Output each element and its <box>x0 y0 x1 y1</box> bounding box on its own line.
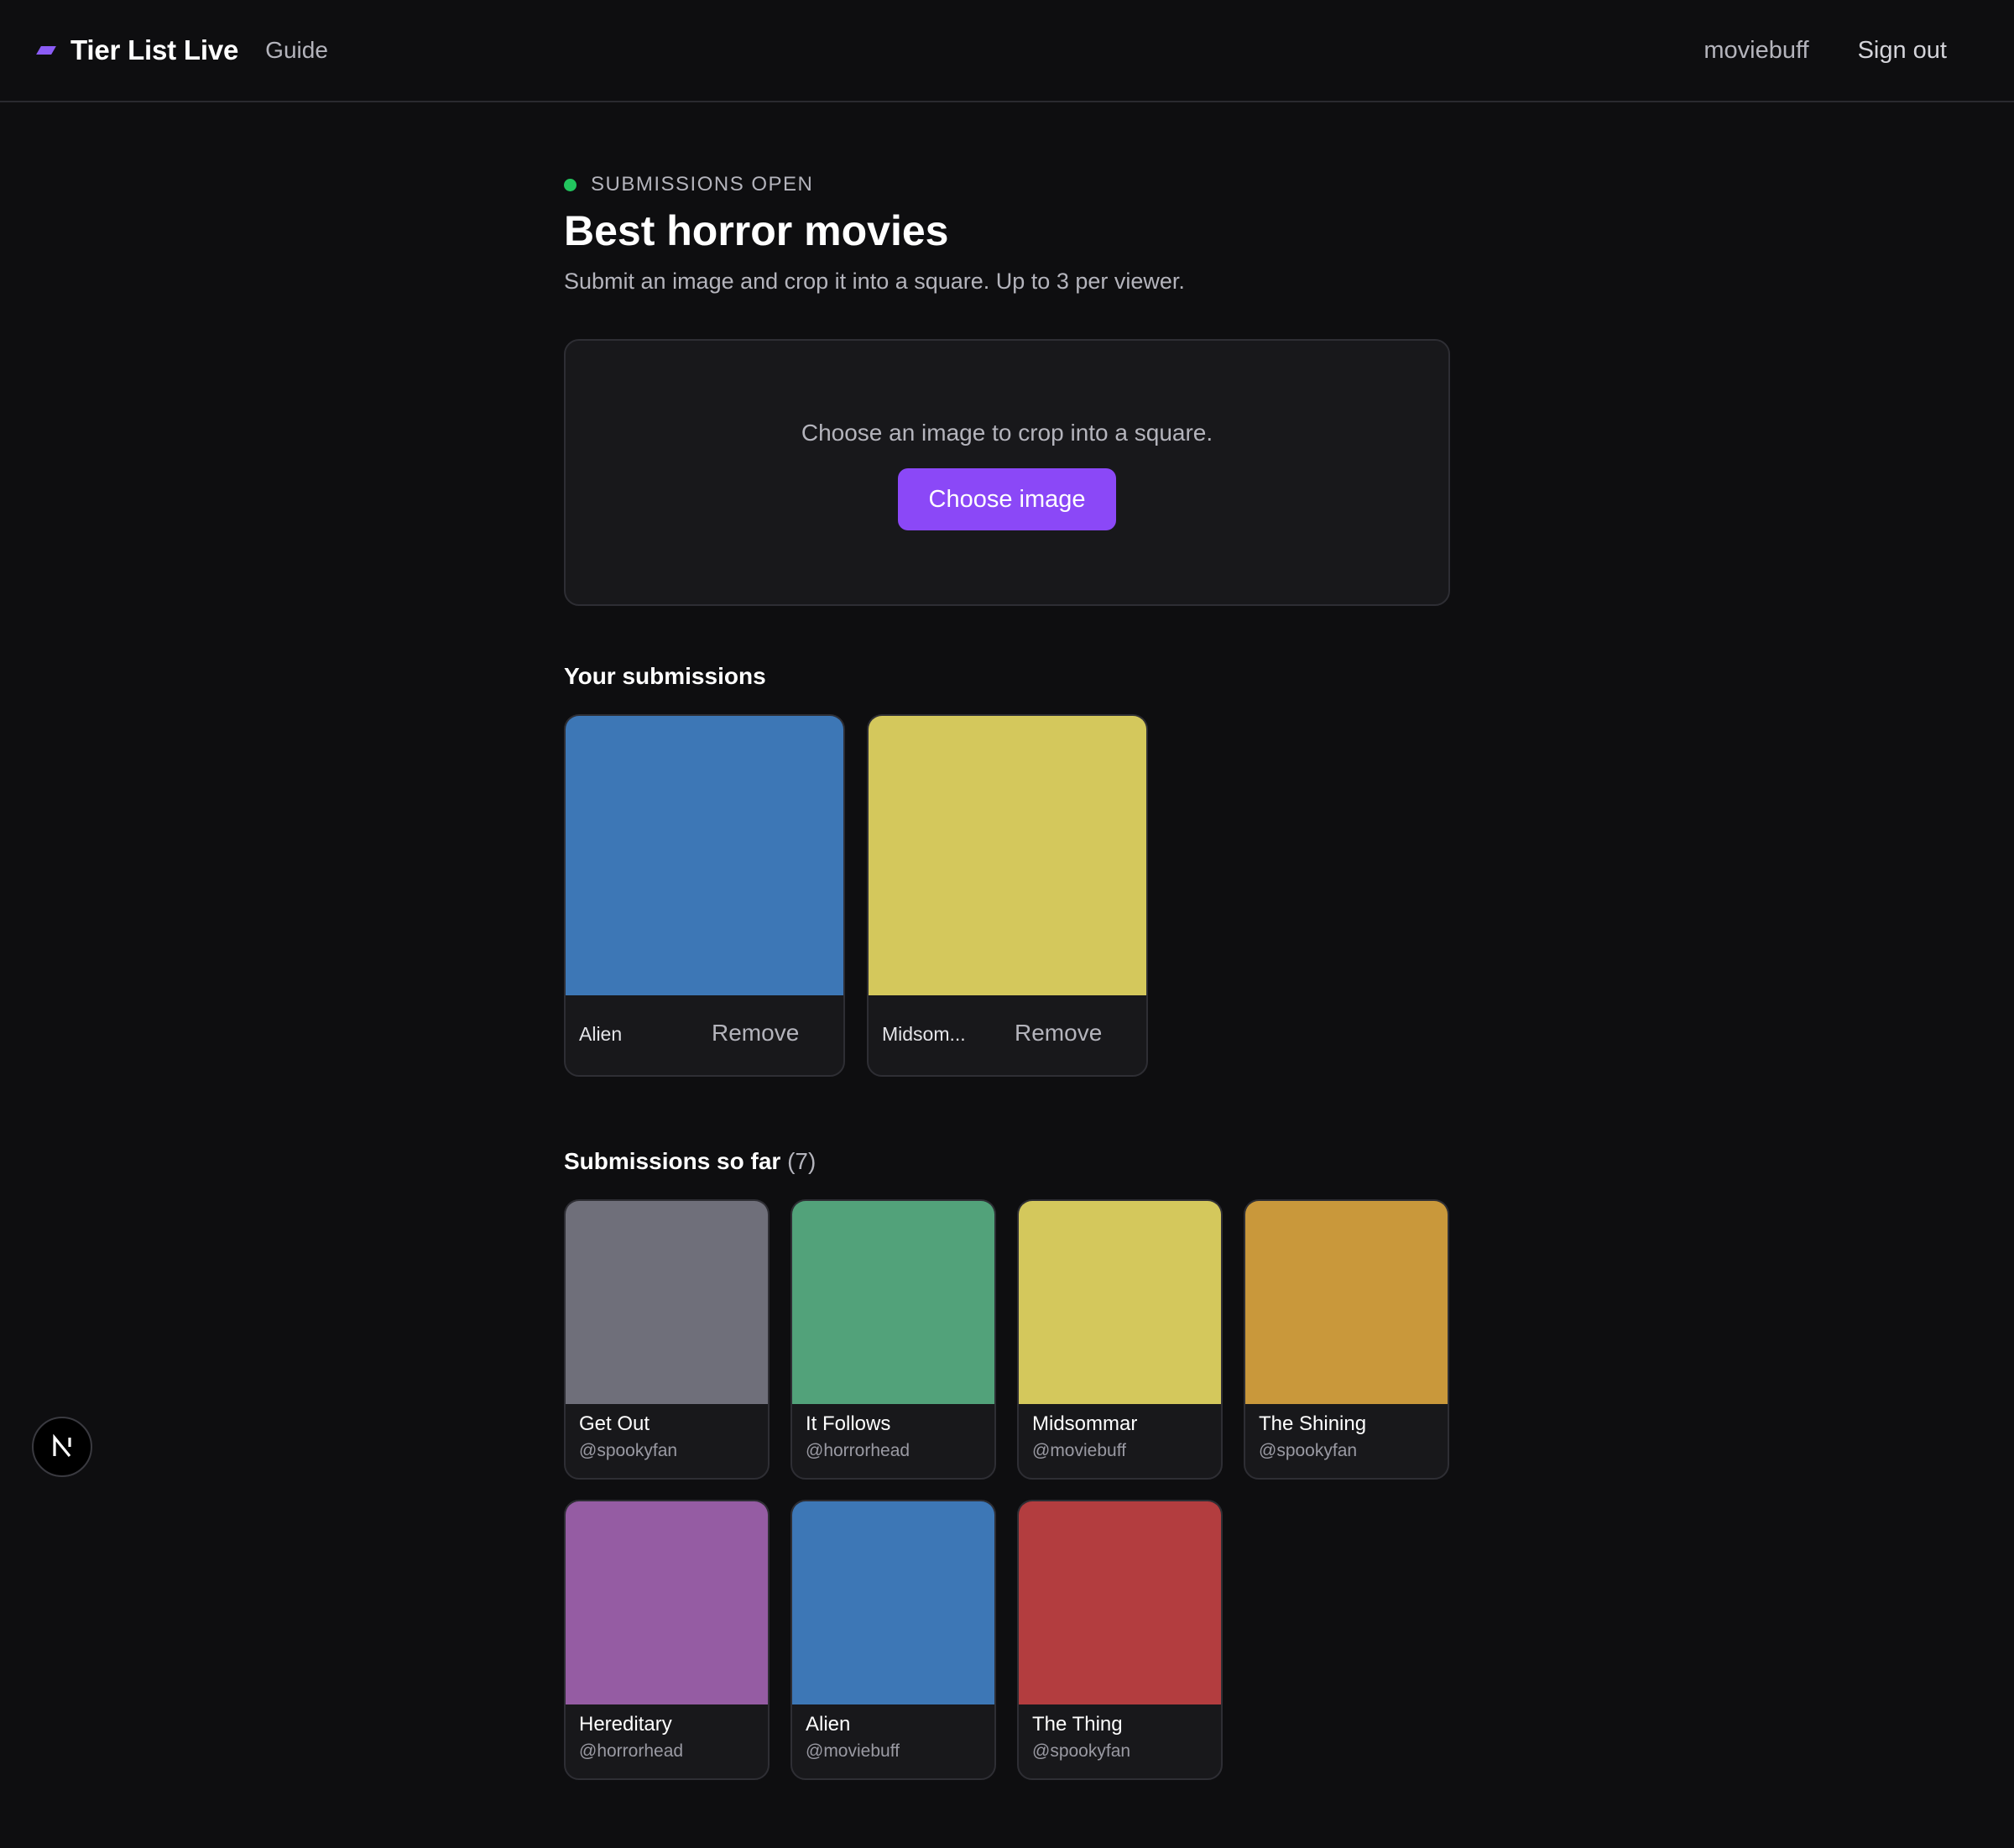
your-submission-card: Midsom... Remove <box>867 714 1148 1077</box>
your-submissions-heading: Your submissions <box>564 663 766 690</box>
submission-title: Get Out <box>579 1412 650 1435</box>
submission-title: Midsommar <box>1032 1412 1138 1435</box>
submission-card: It Follows @horrorhead <box>790 1199 996 1480</box>
top-navigation-bar: Tier List Live Guide moviebuff Sign out <box>0 0 2014 102</box>
submission-image <box>566 1201 768 1404</box>
guide-link[interactable]: Guide <box>265 37 328 64</box>
submission-name: Midsom... <box>882 1023 966 1045</box>
submission-image <box>792 1501 994 1704</box>
submission-user: @spookyfan <box>579 1441 678 1460</box>
submission-user: @horrorhead <box>806 1441 910 1460</box>
submissions-so-far-heading-text: Submissions so far <box>564 1148 781 1174</box>
submission-user: @horrorhead <box>579 1741 684 1761</box>
submission-title: The Thing <box>1032 1713 1123 1736</box>
choose-image-button[interactable]: Choose image <box>898 468 1116 530</box>
submission-user: @moviebuff <box>1032 1441 1126 1460</box>
remove-button[interactable]: Remove <box>712 1020 799 1047</box>
your-submissions-heading-text: Your submissions <box>564 663 766 689</box>
status-text: SUBMISSIONS OPEN <box>591 173 814 196</box>
nextjs-dev-badge[interactable] <box>32 1417 92 1477</box>
image-upload-panel: Choose an image to crop into a square. C… <box>564 339 1450 606</box>
submission-user: @spookyfan <box>1032 1741 1131 1761</box>
submissions-so-far-heading: Submissions so far (7) <box>564 1148 816 1175</box>
brand-name: Tier List Live <box>70 34 239 65</box>
submission-image <box>1019 1501 1221 1704</box>
page-title: Best horror movies <box>564 207 949 254</box>
nextjs-icon <box>53 1434 71 1458</box>
submission-user: @moviebuff <box>806 1741 900 1761</box>
status-dot-icon <box>564 178 577 191</box>
user-nav: moviebuff Sign out <box>1704 30 1947 70</box>
submission-title: It Follows <box>806 1412 891 1435</box>
your-submission-card: Alien Remove <box>564 714 845 1077</box>
submission-card: Hereditary @horrorhead <box>564 1500 770 1780</box>
submission-card: The Thing @spookyfan <box>1017 1500 1223 1780</box>
submission-title: Hereditary <box>579 1713 672 1736</box>
brand-logo-icon <box>36 46 56 55</box>
submission-title: The Shining <box>1259 1412 1367 1435</box>
submissions-status: SUBMISSIONS OPEN <box>564 173 813 196</box>
submission-image <box>869 716 1146 995</box>
submission-image <box>566 716 843 995</box>
submission-image <box>566 1501 768 1704</box>
upload-prompt: Choose an image to crop into a square. <box>801 420 1213 446</box>
submission-card: Get Out @spookyfan <box>564 1199 770 1480</box>
submission-name: Alien <box>579 1023 623 1045</box>
brand[interactable]: Tier List Live Guide <box>36 30 328 70</box>
page-subtitle: Submit an image and crop it into a squar… <box>564 269 1185 294</box>
sign-out-button[interactable]: Sign out <box>1858 37 1947 65</box>
submission-title: Alien <box>806 1713 851 1736</box>
submission-card: Alien @moviebuff <box>790 1500 996 1780</box>
submission-image <box>1245 1201 1448 1404</box>
submission-image <box>1019 1201 1221 1404</box>
submissions-count: (7) <box>787 1148 817 1174</box>
remove-button[interactable]: Remove <box>1015 1020 1102 1047</box>
username-label: moviebuff <box>1704 36 1809 64</box>
submission-user: @spookyfan <box>1259 1441 1358 1460</box>
submission-card: The Shining @spookyfan <box>1244 1199 1449 1480</box>
submission-image <box>792 1201 994 1404</box>
submission-card: Midsommar @moviebuff <box>1017 1199 1223 1480</box>
